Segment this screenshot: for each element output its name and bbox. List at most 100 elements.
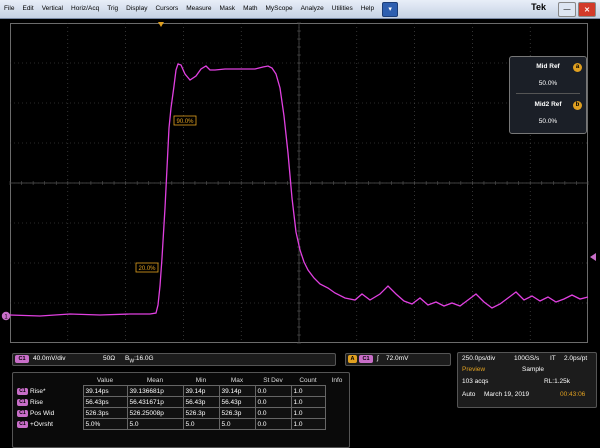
trigger-position-icon <box>158 22 164 27</box>
trigger-auto-badge-icon: A <box>348 355 357 363</box>
measurement-mean: 56.431671p <box>126 396 184 408</box>
menu-math[interactable]: Math <box>239 0 261 18</box>
menu-bar: File Edit Vertical Horiz/Acq Trig Displa… <box>0 0 600 19</box>
waveform-display[interactable]: 1 90.0% 20.0% Mid Ref a 50.0% Mid2 Ref b… <box>0 18 600 348</box>
header-count: Count <box>299 376 317 384</box>
measurement-min: 5.0 <box>182 418 220 430</box>
measurement-count: 1.0 <box>290 396 326 408</box>
measurement-name-cell: C1 Rise* <box>15 386 83 397</box>
menu-help[interactable]: Help <box>357 0 378 18</box>
channel-badge-icon: C1 <box>17 420 28 428</box>
channel-badge-icon: C1 <box>17 387 28 395</box>
measurement-value: 56.43ps <box>82 396 128 408</box>
menu-utilities[interactable]: Utilities <box>328 0 357 18</box>
header-value: Value <box>96 376 114 384</box>
measurement-table-panel[interactable]: Value Mean Min Max St Dev Count Info C1 R… <box>12 372 350 448</box>
trigger-readout[interactable]: A C1 ∫ 72.0mV <box>345 353 451 366</box>
status-area: C1 40.0mV/div 50Ω BW:16.0G A C1 ∫ 72.0mV… <box>0 348 600 448</box>
measurement-row[interactable]: C1 Pos Wid 526.3ps 526.25008p 526.3p 526.… <box>15 407 349 419</box>
measurement-max: 39.14p <box>218 385 256 397</box>
menu-vertical[interactable]: Vertical <box>38 0 67 18</box>
sample-rate: 100GS/s <box>514 355 540 362</box>
mid-ref-badge-icon: a <box>573 63 582 72</box>
measurement-stdev: 0.0 <box>254 396 292 408</box>
minimize-button[interactable]: — <box>558 2 576 17</box>
ref-90-label: 90.0% <box>176 119 194 125</box>
menu-cursors[interactable]: Cursors <box>151 0 182 18</box>
header-stdev: St Dev <box>263 376 283 384</box>
measurement-name-cell: C1 +Ovrsht <box>15 419 83 430</box>
measurement-name: Rise <box>30 398 44 406</box>
measurement-max: 56.43p <box>218 396 256 408</box>
channel-badge-icon: C1 <box>17 398 28 406</box>
menu-file[interactable]: File <box>0 0 18 18</box>
mid2-ref-badge-icon: b <box>573 101 582 110</box>
channel1-badge-icon: C1 <box>15 355 29 363</box>
measurement-row[interactable]: C1 +Ovrsht 5.0% 5.0 5.0 5.0 0.0 1.0 <box>15 418 349 430</box>
measurement-name-cell: C1 Pos Wid <box>15 408 83 419</box>
measurement-value: 5.0% <box>82 418 128 430</box>
trigger-level-icon <box>590 253 596 261</box>
clock-time: 00:43:06 <box>560 391 586 398</box>
header-max: Max <box>230 376 244 384</box>
menu-trig[interactable]: Trig <box>103 0 122 18</box>
measurement-min: 526.3p <box>182 407 220 419</box>
measurement-max: 5.0 <box>218 418 256 430</box>
ref-divider <box>516 93 580 94</box>
header-info: Info <box>331 376 343 384</box>
measurement-name: Rise* <box>30 387 46 395</box>
menu-dropdown-button[interactable]: ▾ <box>382 1 399 17</box>
measurement-info <box>325 408 349 419</box>
bw-value: :16.0G <box>134 355 154 362</box>
run-state: Preview <box>462 366 486 373</box>
measurement-stdev: 0.0 <box>254 407 292 419</box>
measurement-row[interactable]: C1 Rise 56.43ps 56.431671p 56.43p 56.43p … <box>15 396 349 408</box>
measurement-table: Value Mean Min Max St Dev Count Info C1 R… <box>15 375 349 430</box>
measurement-header-row: Value Mean Min Max St Dev Count Info <box>15 375 349 386</box>
date: March 19, 2019 <box>484 391 530 398</box>
interp-mode: IT <box>550 355 556 362</box>
channel1-bandwidth: BW:16.0G <box>125 355 154 364</box>
measurement-value: 526.3ps <box>82 407 128 419</box>
measurement-name: +Ovrsht <box>30 420 53 428</box>
measurement-row[interactable]: C1 Rise* 39.14ps 39.136681p 39.14p 39.14p… <box>15 385 349 397</box>
ref-20-label: 20.0% <box>138 266 156 272</box>
measurement-mean: 39.136681p <box>126 385 184 397</box>
measurement-mean: 526.25008p <box>126 407 184 419</box>
ref-levels-panel[interactable]: Mid Ref a 50.0% Mid2 Ref b 50.0% <box>509 56 587 134</box>
trigger-slope-icon: ∫ <box>377 355 379 362</box>
menu-measure[interactable]: Measure <box>182 0 215 18</box>
trigger-mode: Auto <box>462 391 476 398</box>
timebase-readout[interactable]: 250.0ps/div 100GS/s IT 2.0ps/pt Preview … <box>457 352 597 408</box>
menu-edit[interactable]: Edit <box>18 0 37 18</box>
header-min: Min <box>195 376 207 384</box>
menu-display[interactable]: Display <box>122 0 151 18</box>
close-button[interactable]: ✕ <box>578 2 596 17</box>
header-name <box>15 375 83 386</box>
measurement-count: 1.0 <box>290 385 326 397</box>
measurement-stdev: 0.0 <box>254 385 292 397</box>
horizontal-scale: 250.0ps/div <box>462 355 496 362</box>
menu-horiz-acq[interactable]: Horiz/Acq <box>67 0 103 18</box>
menu-mask[interactable]: Mask <box>216 0 240 18</box>
measurement-min: 56.43p <box>182 396 220 408</box>
channel-badge-icon: C1 <box>17 409 28 417</box>
menu-analyze[interactable]: Analyze <box>297 0 328 18</box>
measurement-mean: 5.0 <box>126 418 184 430</box>
brand-logo: Tek <box>531 2 546 12</box>
measurement-name: Pos Wid <box>30 409 55 417</box>
measurement-count: 1.0 <box>290 418 326 430</box>
measurement-info <box>325 419 349 430</box>
measurement-stdev: 0.0 <box>254 418 292 430</box>
measurement-name-cell: C1 Rise <box>15 397 83 408</box>
channel1-readout[interactable]: C1 40.0mV/div 50Ω BW:16.0G <box>12 353 336 366</box>
measurement-info <box>325 386 349 397</box>
measurement-max: 526.3p <box>218 407 256 419</box>
trigger-channel-badge-icon: C1 <box>359 355 373 363</box>
menu-myscope[interactable]: MyScope <box>262 0 297 18</box>
measurement-value: 39.14ps <box>82 385 128 397</box>
channel1-impedance: 50Ω <box>103 355 116 362</box>
measurement-min: 39.14p <box>182 385 220 397</box>
measurement-count: 1.0 <box>290 407 326 419</box>
acquisition-mode: Sample <box>522 366 545 373</box>
